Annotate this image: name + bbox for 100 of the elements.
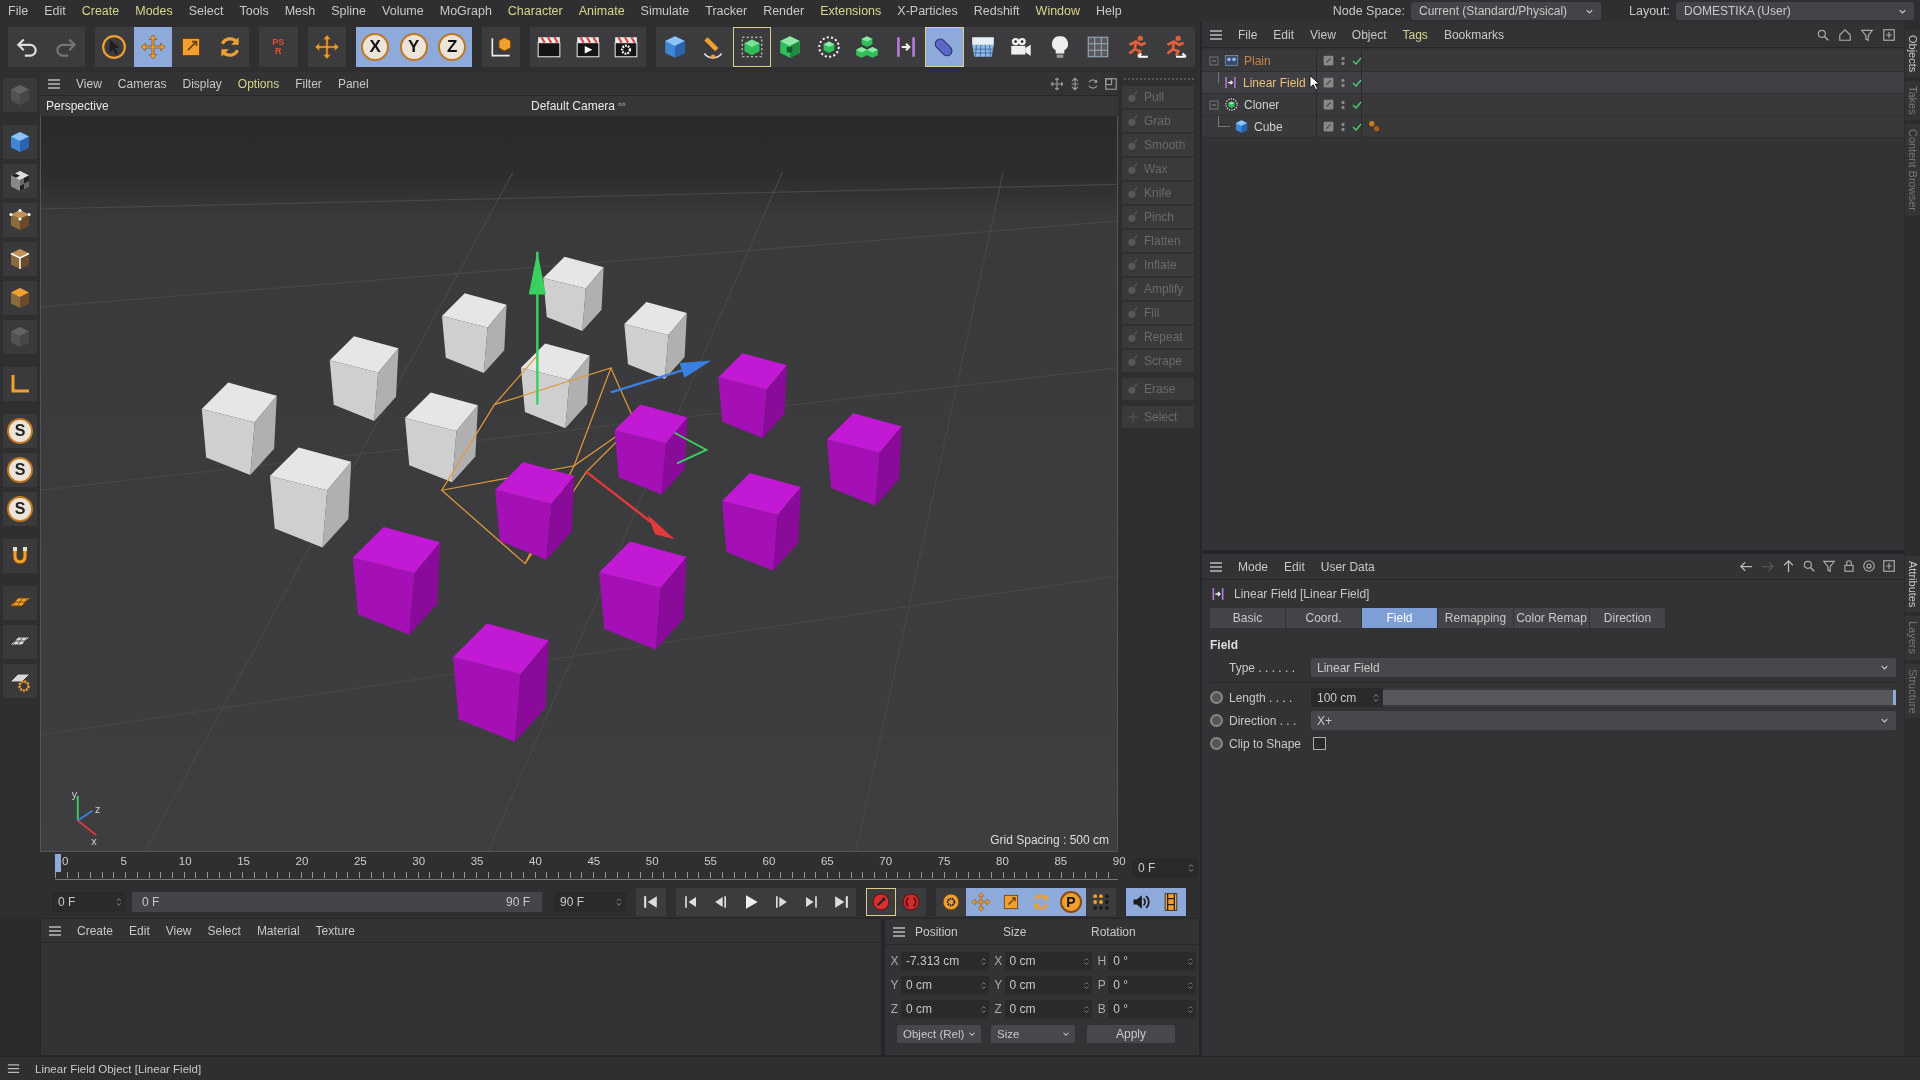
- menu-item[interactable]: Edit: [1276, 559, 1313, 574]
- menu-item[interactable]: Options: [229, 76, 288, 91]
- object-row[interactable]: Linear Field: [1202, 72, 1904, 94]
- mode-button[interactable]: [3, 539, 37, 573]
- tool-button[interactable]: [8, 27, 47, 67]
- menu-item[interactable]: Render: [755, 4, 813, 18]
- end-frame-field[interactable]: 90 F: [554, 891, 626, 912]
- menu-item[interactable]: Simulate: [632, 4, 698, 18]
- menu-item[interactable]: View: [157, 923, 200, 938]
- coordinate-field[interactable]: 0 °: [1108, 951, 1196, 971]
- menu-item[interactable]: Display: [174, 76, 230, 91]
- menu-item[interactable]: Mode: [1230, 559, 1277, 574]
- menu-item[interactable]: Mesh: [276, 4, 324, 18]
- menu-item[interactable]: Window: [1027, 4, 1089, 18]
- snap-button[interactable]: S: [3, 453, 37, 487]
- keyframe-toggle[interactable]: [1210, 737, 1223, 750]
- dropdown[interactable]: Linear Field: [1311, 658, 1896, 677]
- menu-item[interactable]: Select: [199, 923, 249, 938]
- menu-item[interactable]: MoGraph: [431, 4, 500, 18]
- tool-button[interactable]: [771, 27, 810, 67]
- menu-item[interactable]: Spline: [323, 4, 375, 18]
- axis-lock-button[interactable]: Y: [394, 27, 433, 67]
- mode-button[interactable]: [3, 203, 37, 237]
- mode-button[interactable]: [3, 125, 37, 159]
- menu-item[interactable]: Edit: [36, 4, 74, 18]
- tool-button[interactable]: [95, 27, 134, 67]
- mode-button[interactable]: [3, 164, 37, 198]
- menu-item[interactable]: Select: [180, 4, 232, 18]
- mode-button[interactable]: [3, 281, 37, 315]
- dropdown[interactable]: X+: [1311, 711, 1896, 730]
- menu-item[interactable]: Edit: [121, 923, 158, 938]
- node-space-dropdown[interactable]: Current (Standard/Physical): [1411, 2, 1601, 20]
- object-row[interactable]: Plain: [1202, 50, 1904, 72]
- menu-item[interactable]: Bookmarks: [1435, 27, 1512, 42]
- transport-button[interactable]: [866, 887, 896, 916]
- snap-button[interactable]: S: [3, 492, 37, 526]
- menu-item[interactable]: Modes: [127, 4, 181, 18]
- coordinate-field[interactable]: 0 °: [1108, 999, 1196, 1019]
- mode-button[interactable]: [3, 625, 37, 659]
- size-dropdown[interactable]: Size: [991, 1025, 1075, 1043]
- coordinate-field[interactable]: 0 cm: [1004, 951, 1093, 971]
- menu-item[interactable]: Material: [248, 923, 308, 938]
- menu-item[interactable]: Extensions: [812, 4, 890, 18]
- tool-button[interactable]: [963, 27, 1002, 67]
- tab[interactable]: Basic: [1210, 608, 1285, 628]
- tab[interactable]: Direction: [1590, 608, 1665, 628]
- coordinate-field[interactable]: 0 cm: [1004, 999, 1093, 1019]
- menu-item[interactable]: File: [1230, 27, 1266, 42]
- menu-item[interactable]: Create: [73, 4, 128, 18]
- checkbox[interactable]: [1313, 737, 1326, 750]
- apply-button[interactable]: Apply: [1087, 1025, 1175, 1043]
- coordinate-field[interactable]: 0 cm: [900, 975, 989, 995]
- menu-item[interactable]: Object: [1343, 27, 1395, 42]
- menu-item[interactable]: X-Particles: [889, 4, 966, 18]
- panel-tab[interactable]: Attributes: [1904, 556, 1920, 613]
- transport-button[interactable]: [676, 887, 706, 916]
- transport-button[interactable]: [1126, 887, 1156, 916]
- coordinate-field[interactable]: 0 cm: [1004, 975, 1093, 995]
- tool-button[interactable]: [607, 27, 646, 67]
- menu-item[interactable]: Animate: [570, 4, 633, 18]
- menu-item[interactable]: Tracker: [697, 4, 756, 18]
- tool-button[interactable]: [481, 27, 520, 67]
- tab[interactable]: Coord.: [1286, 608, 1361, 628]
- transport-button[interactable]: [936, 887, 966, 916]
- menu-item[interactable]: Redshift: [965, 4, 1028, 18]
- transport-button[interactable]: [636, 887, 666, 916]
- coordinate-field[interactable]: -7.313 cm: [900, 951, 989, 971]
- coordinate-field[interactable]: 0 cm: [900, 999, 989, 1019]
- menu-item[interactable]: Edit: [1265, 27, 1303, 42]
- mode-button[interactable]: [3, 367, 37, 401]
- layout-dropdown[interactable]: DOMESTIKA (User): [1676, 2, 1914, 20]
- tool-button[interactable]: [732, 27, 771, 67]
- menu-item[interactable]: Volume: [374, 4, 432, 18]
- current-frame-field[interactable]: 0 F: [1132, 858, 1198, 878]
- transport-button[interactable]: [966, 887, 996, 916]
- coordinate-field[interactable]: 0 °: [1108, 975, 1196, 995]
- transport-button[interactable]: [1156, 887, 1186, 916]
- menu-item[interactable]: Filter: [287, 76, 330, 91]
- menu-item[interactable]: Panel: [329, 76, 377, 91]
- keyframe-toggle[interactable]: [1210, 691, 1223, 704]
- menu-item[interactable]: Tags: [1394, 27, 1436, 42]
- number-field[interactable]: 100 cm: [1311, 688, 1383, 707]
- object-row[interactable]: Cube: [1202, 116, 1904, 138]
- transport-button[interactable]: [826, 887, 856, 916]
- mode-button[interactable]: [3, 242, 37, 276]
- start-frame-field[interactable]: 0 F: [52, 891, 126, 912]
- menu-item[interactable]: View: [1302, 27, 1344, 42]
- tool-button[interactable]: [530, 27, 569, 67]
- menu-item[interactable]: View: [68, 76, 110, 91]
- menu-item[interactable]: Create: [69, 923, 122, 938]
- mode-button[interactable]: [3, 664, 37, 698]
- parameter-key-button[interactable]: P: [1056, 887, 1086, 916]
- menu-item[interactable]: File: [0, 4, 37, 18]
- keyframe-toggle[interactable]: [1210, 714, 1223, 727]
- menu-item[interactable]: Cameras: [109, 76, 175, 91]
- tab[interactable]: Color Remap: [1514, 608, 1589, 628]
- tool-button[interactable]: [655, 27, 694, 67]
- menu-item[interactable]: Tools: [231, 4, 277, 18]
- mode-dropdown[interactable]: Object (Rel): [897, 1025, 981, 1043]
- snap-button[interactable]: S: [3, 414, 37, 448]
